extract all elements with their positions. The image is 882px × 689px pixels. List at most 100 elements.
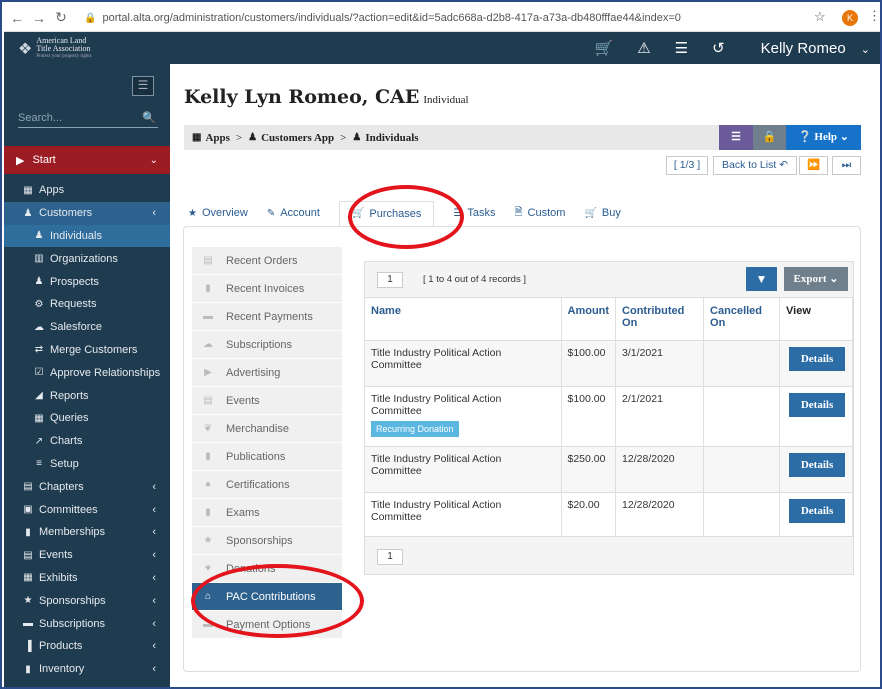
sidebar-item-setup[interactable]: ≡ Setup [4,453,170,476]
sidebar-item-exhibits[interactable]: ▦ Exhibits ‹ [4,567,170,590]
reload-icon[interactable]: ↻ [52,9,70,26]
menu-item-icon: ▬ [203,311,213,322]
list-view-button[interactable]: ☰ [719,125,753,150]
breadcrumb-separator: > [340,131,347,144]
alta-logo[interactable]: ❖ American Land Title Association Protec… [18,37,92,61]
tasks-icon[interactable]: ☰ [675,39,688,57]
pac-contributions-grid: 1 [ 1 to 4 out of 4 records ] ▼ Export ⌄… [364,261,854,538]
cell-name: Title Industry Political Action Committe… [365,491,562,538]
purchases-menu-recent-payments[interactable]: ▬ Recent Payments [192,303,342,331]
sidebar-item-requests[interactable]: ⚙ Requests [4,293,170,316]
chevron-left-icon: ‹ [152,594,156,607]
purchases-menu-recent-invoices[interactable]: ▮ Recent Invoices [192,275,342,303]
start-menu[interactable]: ▶ Start ⌄ [4,146,170,174]
last-record-button[interactable]: ⏭ [832,156,861,175]
contributions-table: Name Amount Contributed On Cancelled On … [365,298,853,538]
col-name[interactable]: Name [365,298,562,340]
browser-menu-icon[interactable]: ⋮ [868,8,880,24]
star-icon: ★ [188,207,197,219]
sidebar-item-approve-relationships[interactable]: ☑ Approve Relationships [4,361,170,384]
forward-arrow-icon[interactable]: → [30,10,48,26]
tab-label: Buy [601,207,621,219]
sidebar-item-apps[interactable]: ▦ Apps [4,179,170,202]
sidebar-item-products[interactable]: ▐ Products ‹ [4,635,170,658]
history-icon[interactable]: ↺ [712,39,725,57]
purchases-menu-publications[interactable]: ▮ Publications [192,443,342,471]
sidebar-item-label: Charts [50,435,83,448]
sidebar-item-salesforce[interactable]: ☁ Salesforce [4,316,170,339]
col-cancelled-on[interactable]: Cancelled On [703,298,781,340]
sidebar-item-organizations[interactable]: ▥ Organizations [4,247,170,270]
sidebar-item-committees[interactable]: ▣ Committees ‹ [4,498,170,521]
purchases-menu-sponsorships[interactable]: ★ Sponsorships [192,527,342,555]
purchases-menu-recent-orders[interactable]: ▤ Recent Orders [192,247,342,275]
barcode-icon: ▐ [24,640,32,652]
sidebar-item-subscriptions[interactable]: ▬ Subscriptions ‹ [4,612,170,635]
purchases-menu-advertising[interactable]: ▶ Advertising [192,359,342,387]
warning-icon[interactable]: ⚠ [637,39,650,57]
details-button[interactable]: Details [789,452,846,477]
breadcrumb-customers-app[interactable]: Customers App [261,132,334,144]
purchases-menu-events[interactable]: ▤ Events [192,387,342,415]
sidebar-item-prospects[interactable]: ♟ Prospects [4,270,170,293]
sidebar-item-chapters[interactable]: ▤ Chapters ‹ [4,475,170,498]
breadcrumb-individuals[interactable]: Individuals [365,132,418,144]
logo-line2: Title Association [36,44,91,53]
page-number-input[interactable]: 1 [377,549,403,565]
cell-name: Title Industry Political Action Committe… [365,385,562,446]
details-button[interactable]: Details [789,346,846,371]
sidebar-search-input[interactable]: Search... 🔍 [18,110,158,128]
window-frame: ← → ↻ 🔒 portal.alta.org/administration/c… [0,0,882,689]
menu-item-label: Certifications [226,478,290,491]
purchases-menu-subscriptions[interactable]: ☁ Subscriptions [192,331,342,359]
customer-name: Kelly Lyn Romeo, CAE [184,86,420,108]
tab-custom[interactable]: 🗎 Custom [514,205,565,222]
search-icon[interactable]: 🔍 [142,110,156,126]
sidebar-item-queries[interactable]: ▦ Queries [4,407,170,430]
col-amount[interactable]: Amount [561,298,617,340]
back-to-list-button[interactable]: Back to List ↶ [713,156,797,175]
help-button[interactable]: ❔ Help ⌄ [786,125,861,150]
next-record-button[interactable]: ⏩ [799,156,828,175]
help-label: Help [814,131,838,143]
purchases-menu-merchandise[interactable]: ❦ Merchandise [192,415,342,443]
details-button[interactable]: Details [789,498,846,523]
sidebar-item-memberships[interactable]: ▮ Memberships ‹ [4,521,170,544]
sidebar-item-sponsorships[interactable]: ★ Sponsorships ‹ [4,589,170,612]
tab-account[interactable]: ✎ Account [267,207,320,219]
sidebar-item-merge-customers[interactable]: ⇄ Merge Customers [4,339,170,362]
page-number-input[interactable]: 1 [377,272,403,288]
hamburger-menu-icon[interactable]: ☰ [132,76,154,96]
purchases-menu-certifications[interactable]: ● Certifications [192,471,342,499]
cart-icon[interactable]: 🛒 [595,39,614,57]
col-contributed-on[interactable]: Contributed On [615,298,705,340]
lock-icon: 🔒 [84,12,97,24]
cloud-icon: ☁ [34,321,44,333]
profile-avatar[interactable]: K [842,10,858,26]
purchases-menu-exams[interactable]: ▮ Exams [192,499,342,527]
sidebar-item-inventory[interactable]: ▮ Inventory ‹ [4,658,170,681]
sidebar-item-reports[interactable]: ◢ Reports [4,384,170,407]
sidebar-item-events[interactable]: ▤ Events ‹ [4,544,170,567]
user-menu[interactable]: Kelly Romeo ⌄ [749,40,870,57]
breadcrumb-apps[interactable]: Apps [205,132,229,144]
bookmark-star-icon[interactable]: ☆ [814,9,826,25]
tab-overview[interactable]: ★ Overview [188,207,248,219]
sidebar-item-charts[interactable]: ↗ Charts [4,430,170,453]
address-bar[interactable]: 🔒 portal.alta.org/administration/custome… [84,8,809,28]
lock-button[interactable]: 🔒 [753,125,786,150]
sidebar-item-customers[interactable]: ♟ Customers ‹ [4,201,170,225]
menu-item-label: Sponsorships [226,534,293,547]
back-to-list-label: Back to List [722,159,777,171]
col-view: View [779,298,853,340]
details-button[interactable]: Details [789,392,846,417]
cell-cancelled-on [703,385,781,446]
tab-buy[interactable]: 🛒 Buy [584,207,620,219]
sidebar-item-label: Queries [50,412,89,425]
cell-name-text: Title Industry Political Action Committe… [371,452,502,477]
export-button[interactable]: Export ⌄ [784,267,848,291]
filter-button[interactable]: ▼ [746,267,777,291]
sidebar-item-individuals[interactable]: ♟ Individuals [4,224,170,248]
sidebar-item-label: Memberships [39,526,106,539]
back-arrow-icon[interactable]: ← [8,10,26,26]
